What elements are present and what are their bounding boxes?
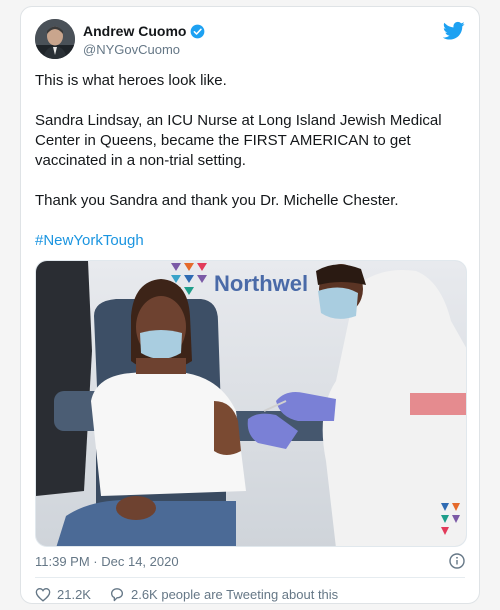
author-names: Andrew Cuomo @NYGovCuomo xyxy=(83,22,205,57)
handle[interactable]: @NYGovCuomo xyxy=(83,42,205,57)
vaccination-photo: Northwel xyxy=(36,261,466,546)
tweet-header: Andrew Cuomo @NYGovCuomo xyxy=(35,19,467,61)
divider xyxy=(35,577,465,578)
like-count: 21.2K xyxy=(57,587,91,602)
twitter-bird-icon[interactable] xyxy=(443,21,465,41)
tweet-photo[interactable]: Northwel xyxy=(35,260,467,547)
reply-bubble-icon xyxy=(110,588,123,602)
avatar[interactable] xyxy=(35,19,75,59)
like-action[interactable]: 21.2K xyxy=(35,587,91,602)
display-name-row[interactable]: Andrew Cuomo xyxy=(83,22,205,40)
tweet-timestamp[interactable]: 11:39 PM · Dec 14, 2020 xyxy=(35,554,179,569)
tweet-card: Andrew Cuomo @NYGovCuomo This is what he… xyxy=(20,6,480,604)
display-name[interactable]: Andrew Cuomo xyxy=(83,23,186,39)
info-icon[interactable] xyxy=(449,553,465,569)
sign-text: Northwel xyxy=(214,271,308,296)
tweet-text: This is what heroes look like. Sandra Li… xyxy=(35,71,471,271)
tweeting-about-text: 2.6K people are Tweeting about this xyxy=(130,587,339,602)
verified-badge-icon xyxy=(191,24,205,38)
heart-icon xyxy=(35,588,51,602)
tweeting-about-action[interactable]: 2.6K people are Tweeting about this xyxy=(109,587,338,602)
tweet-actions: 21.2K 2.6K people are Tweeting about thi… xyxy=(35,587,356,602)
tweet-line-3: Thank you Sandra and thank you Dr. Miche… xyxy=(35,192,399,209)
tweet-line-1: This is what heroes look like. xyxy=(35,72,227,89)
tweet-line-2: Sandra Lindsay, an ICU Nurse at Long Isl… xyxy=(35,112,442,169)
hashtag-link[interactable]: #NewYorkTough xyxy=(35,232,144,249)
